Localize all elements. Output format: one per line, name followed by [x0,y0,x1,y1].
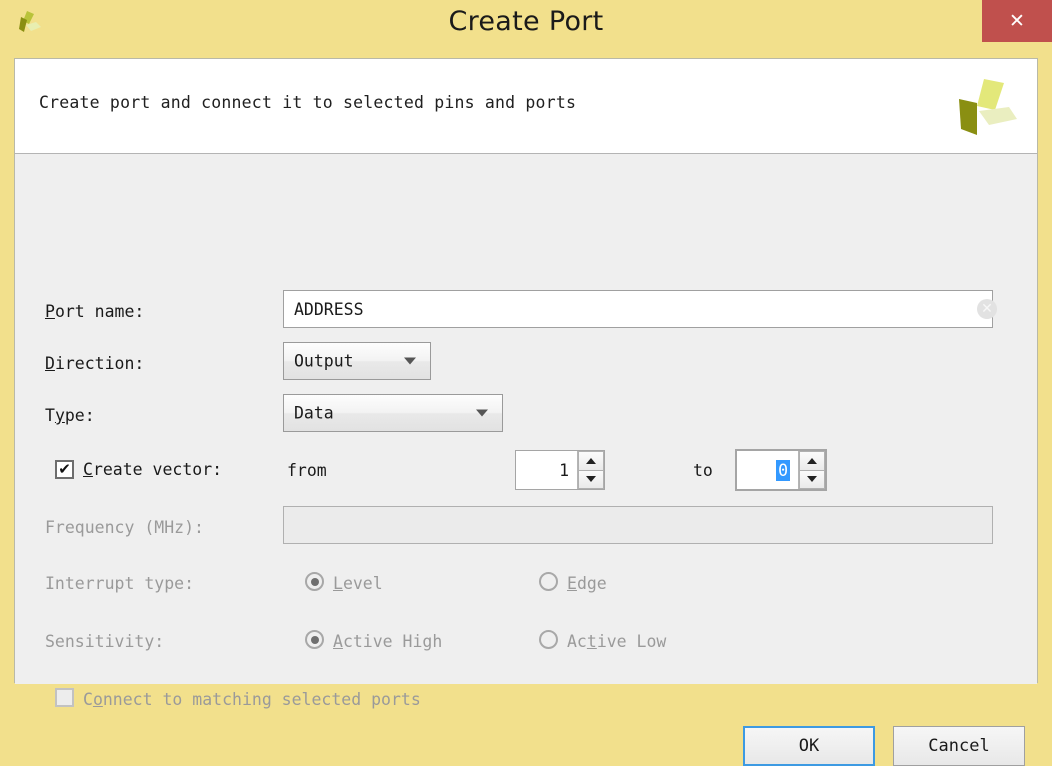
vector-to-spinner[interactable]: 0 [735,449,827,491]
chevron-down-icon [476,409,488,417]
interrupt-type-level-radio[interactable] [305,572,324,591]
vector-to-label: to [693,461,713,480]
close-icon: ✕ [1009,9,1025,32]
form-area: Port name: ✕ Direction: Output Type: Dat… [15,154,1037,766]
vector-to-increment-button[interactable] [799,451,825,470]
vivado-pinwheel-logo [951,77,1021,139]
create-vector-checkbox[interactable]: ✔ [55,460,74,479]
radio-dot-icon [310,577,319,586]
vector-from-label: from [287,461,327,480]
connect-matching-label: Connect to matching selected ports [83,690,421,709]
direction-label: Direction: [45,354,145,373]
vector-from-increment-button[interactable] [578,451,604,470]
dialog-body: Create port and connect it to selected p… [14,58,1038,766]
vector-from-value[interactable]: 1 [516,451,577,489]
close-button[interactable]: ✕ [982,0,1052,42]
dialog-banner: Create port and connect it to selected p… [15,59,1037,154]
type-combobox[interactable]: Data [283,394,503,432]
sensitivity-label: Sensitivity: [45,632,165,651]
port-name-label: Port name: [45,302,145,321]
port-name-input[interactable] [283,290,993,328]
ok-button[interactable]: OK [743,726,875,766]
interrupt-type-level-label: Level [333,574,383,593]
titlebar: Create Port ✕ [0,0,1052,44]
vector-from-spinner-buttons [577,451,604,489]
chevron-down-icon [404,357,416,365]
banner-description: Create port and connect it to selected p… [39,93,577,112]
cancel-button[interactable]: Cancel [893,726,1025,766]
interrupt-type-label: Interrupt type: [45,574,195,593]
checkmark-icon: ✔ [58,460,71,478]
clear-port-name-icon[interactable]: ✕ [977,299,997,319]
direction-combobox[interactable]: Output [283,342,431,380]
frequency-label: Frequency (MHz): [45,518,204,537]
vector-from-spinner[interactable]: 1 [515,450,605,490]
create-port-dialog-window: Create Port ✕ Create port and connect it… [0,0,1052,766]
sensitivity-active-low-label: Active Low [567,632,667,651]
frequency-input[interactable] [283,506,993,544]
type-label: Type: [45,406,95,425]
radio-dot-icon [310,635,319,644]
sensitivity-active-low-radio[interactable] [539,630,558,649]
vector-to-decrement-button[interactable] [799,469,825,489]
sensitivity-active-high-label: Active High [333,632,443,651]
type-value: Data [294,403,334,423]
triangle-up-icon [807,457,817,464]
create-vector-label: Create vector: [83,460,223,479]
vector-to-value[interactable]: 0 [737,451,798,489]
triangle-down-icon [807,476,817,483]
sensitivity-active-high-radio[interactable] [305,630,324,649]
vector-to-spinner-buttons [798,451,825,489]
triangle-up-icon [586,457,596,464]
triangle-down-icon [586,476,596,483]
window-title: Create Port [448,6,604,37]
vector-from-decrement-button[interactable] [578,469,604,489]
direction-value: Output [294,351,354,371]
interrupt-type-edge-label: Edge [567,574,607,593]
interrupt-type-edge-radio[interactable] [539,572,558,591]
